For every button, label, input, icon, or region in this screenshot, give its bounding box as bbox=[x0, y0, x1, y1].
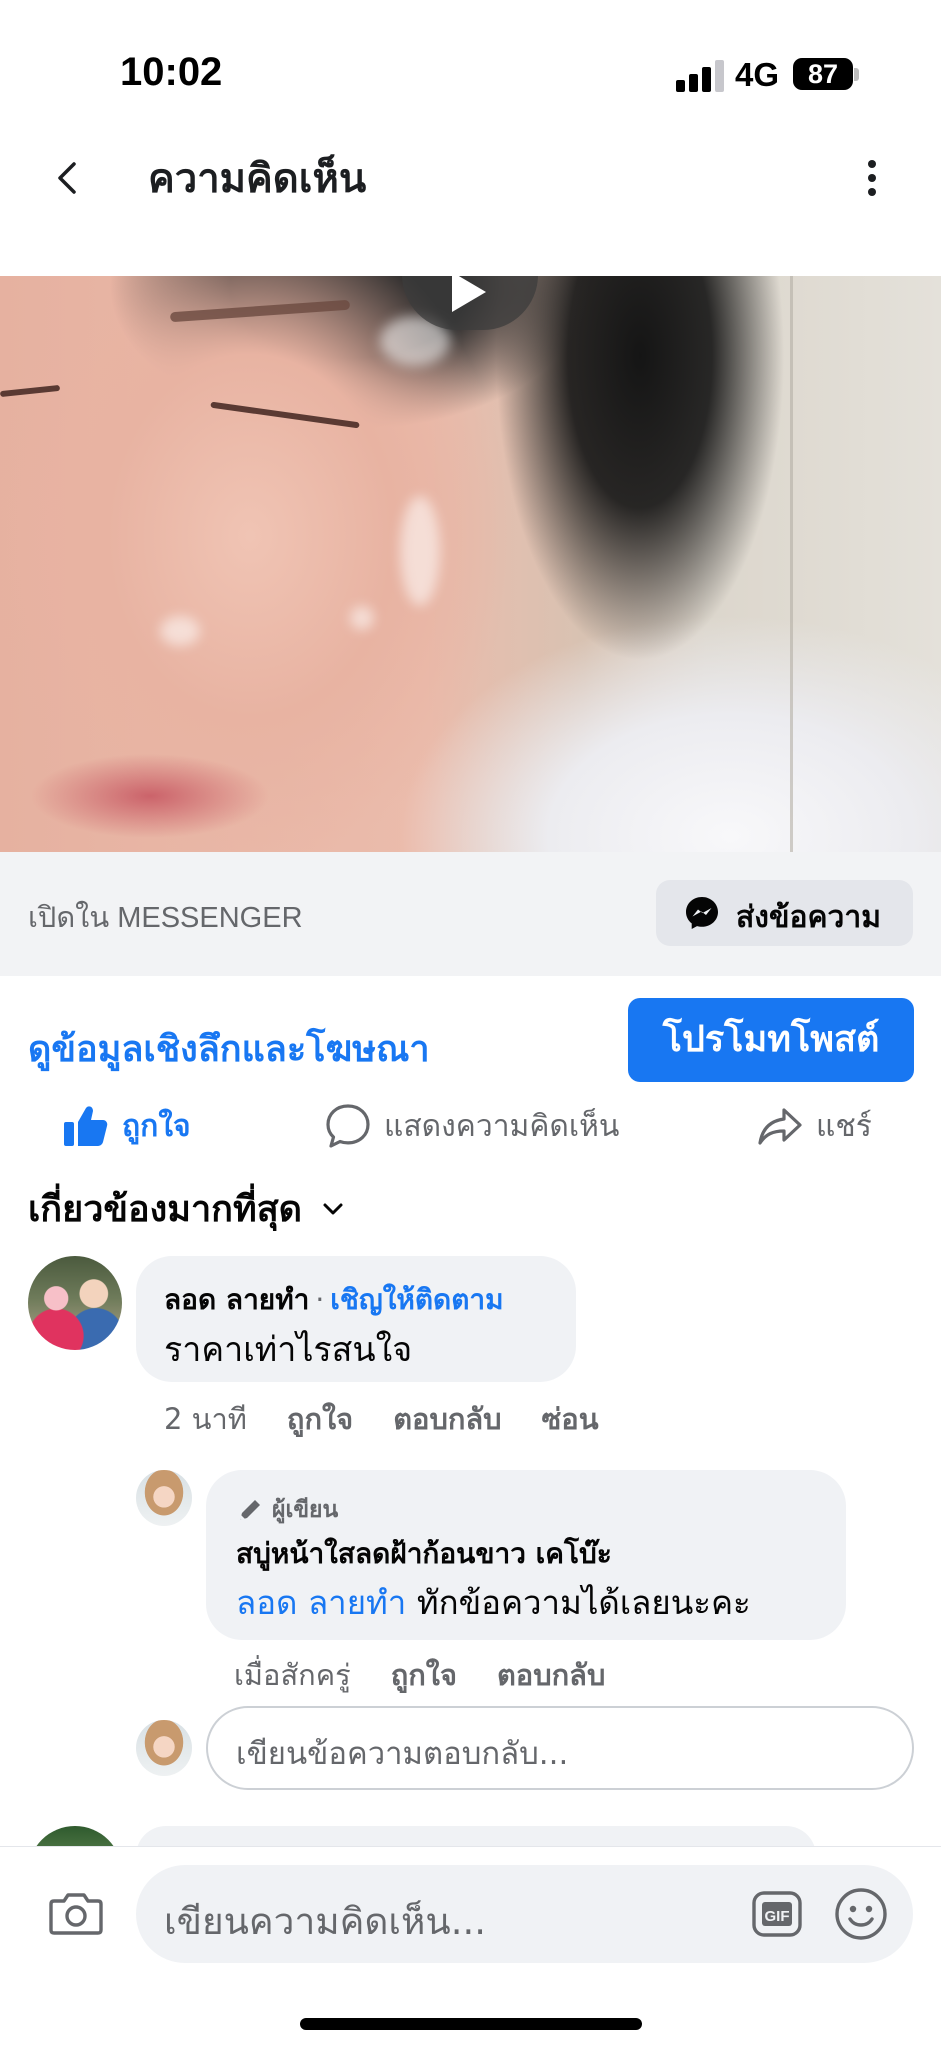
author-badge-label: ผู้เขียน bbox=[272, 1497, 339, 1523]
video-detail bbox=[0, 384, 61, 398]
share-arrow-icon bbox=[758, 1108, 802, 1145]
chevron-down-icon bbox=[323, 1203, 343, 1214]
mention-link[interactable]: ลอด ลายทำ bbox=[236, 1583, 406, 1622]
comment-label: แสดงความคิดเห็น bbox=[384, 1108, 620, 1144]
more-vertical-icon bbox=[868, 160, 876, 196]
open-in-messenger-link[interactable]: เปิดใน MESSENGER bbox=[28, 894, 303, 940]
thumbs-up-icon bbox=[64, 1106, 108, 1146]
pen-icon bbox=[240, 1500, 260, 1520]
insights-link[interactable]: ดูข้อมูลเชิงลึกและโฆษณา bbox=[28, 1020, 430, 1077]
comment-sort-dropdown[interactable]: เกี่ยวข้องมากที่สุด bbox=[28, 1180, 346, 1237]
more-options-button[interactable] bbox=[858, 148, 886, 208]
home-indicator bbox=[300, 2018, 642, 2030]
comment-reply-button[interactable]: ตอบกลับ bbox=[393, 1396, 501, 1442]
reply-bubble: ผู้เขียน สบู่หน้าใสลดฝ้าก้อนขาว เคโบ๊ะ ล… bbox=[206, 1470, 846, 1640]
app-header: ความคิดเห็น bbox=[0, 130, 941, 230]
share-button[interactable]: แชร์ bbox=[756, 1096, 872, 1156]
reply-placeholder: เขียนข้อความตอบกลับ... bbox=[236, 1736, 569, 1772]
author-badge: ผู้เขียน bbox=[236, 1492, 338, 1528]
comment-placeholder: เขียนความคิดเห็น... bbox=[164, 1900, 486, 1943]
reply-time: เมื่อสักครู่ bbox=[234, 1658, 351, 1692]
comment-bubble: ลอด ลายทำ · เชิญให้ติดตาม ราคาเท่าไรสนใจ bbox=[136, 1256, 576, 1382]
reply-author[interactable]: สบู่หน้าใสลดฝ้าก้อนขาว เคโบ๊ะ bbox=[236, 1532, 612, 1576]
chevron-left-icon bbox=[58, 162, 76, 194]
video-detail bbox=[350, 606, 374, 630]
comment-meta: 2 นาที ถูกใจ ตอบกลับ ซ่อน bbox=[164, 1396, 639, 1442]
avatar[interactable] bbox=[28, 1256, 122, 1350]
video-detail bbox=[790, 276, 793, 852]
comment-header: ลอด ลายทำ · เชิญให้ติดตาม bbox=[164, 1278, 504, 1322]
reply-input[interactable]: เขียนข้อความตอบกลับ... bbox=[206, 1706, 914, 1790]
network-label: 4G bbox=[735, 56, 780, 93]
comment-author[interactable]: ลอด ลายทำ bbox=[164, 1283, 309, 1316]
post-video[interactable] bbox=[0, 276, 941, 852]
signal-icon bbox=[676, 58, 724, 92]
like-label: ถูกใจ bbox=[122, 1108, 191, 1144]
avatar[interactable] bbox=[136, 1470, 192, 1526]
camera-icon[interactable] bbox=[48, 1885, 104, 1941]
share-label: แชร์ bbox=[816, 1108, 872, 1144]
send-message-label: ส่งข้อความ bbox=[736, 900, 882, 935]
reply-like-button[interactable]: ถูกใจ bbox=[391, 1652, 457, 1698]
like-button[interactable]: ถูกใจ bbox=[62, 1096, 191, 1156]
back-button[interactable] bbox=[48, 148, 92, 208]
comment-hide-button[interactable]: ซ่อน bbox=[542, 1396, 599, 1442]
comment-like-button[interactable]: ถูกใจ bbox=[287, 1396, 353, 1442]
comment-button[interactable]: แสดงความคิดเห็น bbox=[324, 1096, 619, 1156]
separator-dot: · bbox=[315, 1283, 325, 1316]
battery-cap bbox=[854, 68, 859, 81]
page-title: ความคิดเห็น bbox=[148, 156, 367, 202]
video-detail bbox=[169, 299, 351, 323]
video-detail bbox=[210, 401, 360, 429]
status-bar: 10:02 4G 87 bbox=[0, 0, 941, 140]
video-detail bbox=[400, 496, 440, 606]
reply-text: ลอด ลายทำ ทักข้อความได้เลยนะคะ bbox=[236, 1576, 751, 1629]
status-time: 10:02 bbox=[120, 50, 223, 94]
messenger-icon bbox=[686, 897, 718, 929]
avatar bbox=[136, 1720, 192, 1776]
invite-follow-link[interactable]: เชิญให้ติดตาม bbox=[330, 1283, 503, 1316]
reply-reply-button[interactable]: ตอบกลับ bbox=[497, 1652, 605, 1698]
reply-message: ทักข้อความได้เลยนะคะ bbox=[406, 1583, 751, 1622]
emoji-icon[interactable] bbox=[832, 1885, 890, 1943]
sort-label: เกี่ยวข้องมากที่สุด bbox=[28, 1189, 303, 1230]
comment-bubble-icon bbox=[326, 1104, 370, 1148]
comment-time: 2 นาที bbox=[164, 1402, 247, 1436]
send-message-button[interactable]: ส่งข้อความ bbox=[656, 880, 913, 946]
play-icon bbox=[452, 276, 486, 312]
promote-post-button[interactable]: โปรโมทโพสต์ bbox=[628, 998, 914, 1082]
messenger-bar: เปิดใน MESSENGER ส่งข้อความ bbox=[0, 852, 941, 976]
reply-meta: เมื่อสักครู่ ถูกใจ ตอบกลับ bbox=[234, 1652, 645, 1698]
comment-input[interactable]: เขียนความคิดเห็น... GIF bbox=[136, 1865, 913, 1963]
post-action-row: ถูกใจ แสดงความคิดเห็น แชร์ bbox=[0, 1096, 941, 1156]
battery-icon: 87 bbox=[793, 58, 853, 90]
video-detail bbox=[160, 616, 200, 646]
gif-icon[interactable]: GIF bbox=[750, 1887, 804, 1941]
svg-text:GIF: GIF bbox=[765, 1908, 790, 1925]
comment-text: ราคาเท่าไรสนใจ bbox=[164, 1330, 413, 1370]
